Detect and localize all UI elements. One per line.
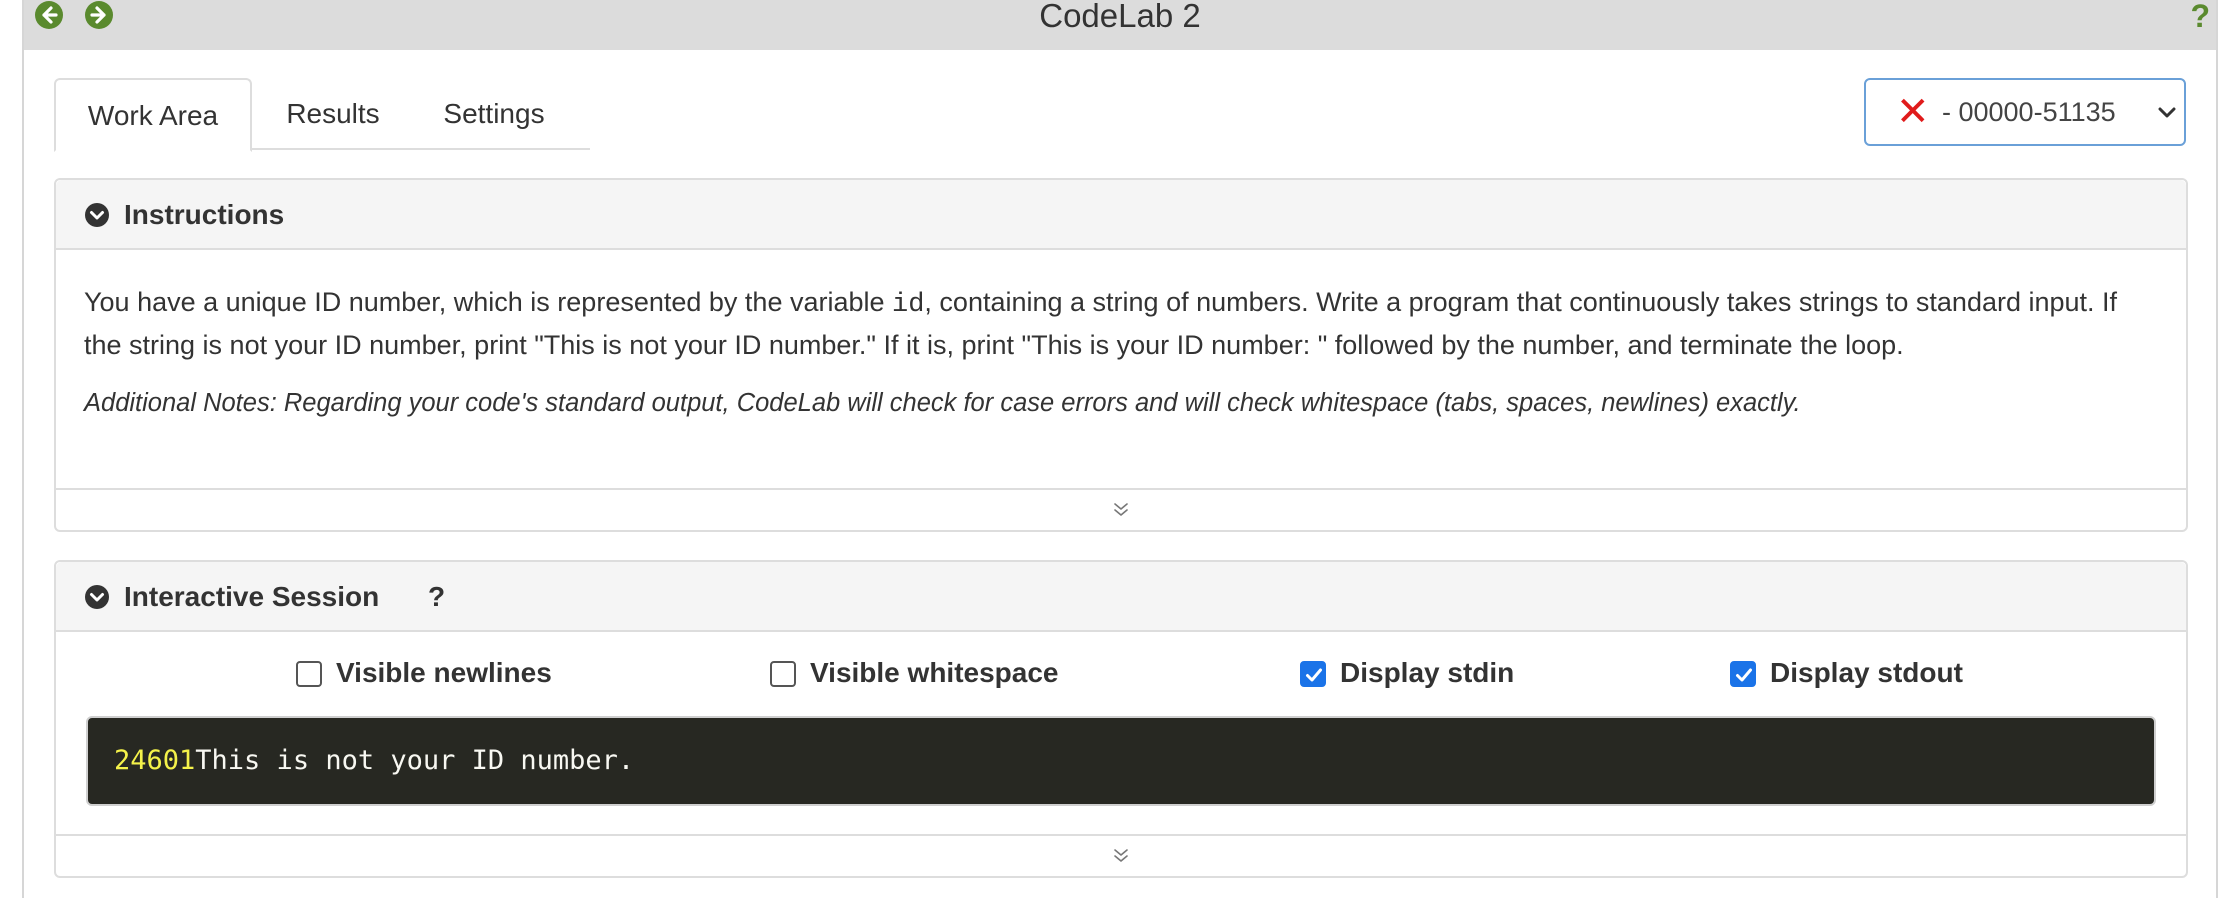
additional-notes: Additional Notes: Regarding your code's …: [84, 389, 1801, 417]
checkbox-checked-icon[interactable]: [1300, 661, 1326, 687]
instructions-expand-toggle[interactable]: [56, 488, 2186, 530]
tab-results[interactable]: Results: [252, 78, 414, 150]
session-heading: Interactive Session: [124, 581, 380, 612]
instructions-text-part: You have a unique ID number, which is re…: [84, 287, 893, 317]
double-chevron-down-icon: [1114, 849, 1128, 862]
double-chevron-down-icon: [1114, 503, 1128, 516]
instructions-body: You have a unique ID number, which is re…: [84, 282, 2154, 423]
checkbox-checked-icon[interactable]: [1730, 661, 1756, 687]
variable-code: id: [892, 290, 925, 320]
tab-bar: Work Area Results Settings: [54, 78, 590, 152]
instructions-header[interactable]: Instructions: [56, 180, 2186, 250]
instructions-text: You have a unique ID number, which is re…: [84, 282, 2154, 365]
x-mark-icon: ✕: [1896, 90, 1930, 134]
checkbox-unchecked-icon[interactable]: [296, 661, 322, 687]
stdin-text: 24601: [114, 745, 196, 776]
chevron-circle-down-icon: [85, 203, 109, 227]
stdout-text: This is not your ID number.: [195, 745, 635, 776]
display-stdout-label: Display stdout: [1770, 657, 1963, 688]
chevron-down-icon: [2158, 107, 2176, 118]
chevron-circle-down-icon: [85, 585, 109, 609]
visible-newlines-label: Visible newlines: [336, 657, 552, 688]
tab-work-area[interactable]: Work Area: [54, 78, 252, 152]
session-terminal[interactable]: 24601This is not your ID number.: [86, 716, 2156, 806]
session-header[interactable]: Interactive Session ?: [56, 562, 2186, 632]
codelab-window: CodeLab 2 ? Work Area Results Settings ✕…: [22, 0, 2218, 898]
visible-whitespace-label: Visible whitespace: [810, 657, 1059, 688]
session-expand-toggle[interactable]: [56, 834, 2186, 876]
instructions-panel: Instructions You have a unique ID number…: [54, 178, 2188, 532]
interactive-session-panel: Interactive Session ? Visible newlines V…: [54, 560, 2188, 878]
instructions-heading: Instructions: [124, 199, 285, 230]
submission-select[interactable]: ✕ - 00000-51135: [1864, 78, 2186, 146]
window-title: CodeLab 2: [1039, 0, 1201, 34]
display-stdin-label: Display stdin: [1340, 657, 1515, 688]
help-button[interactable]: ?: [2190, 0, 2210, 32]
checkbox-unchecked-icon[interactable]: [770, 661, 796, 687]
session-help-button[interactable]: ?: [428, 562, 445, 632]
tab-settings[interactable]: Settings: [414, 78, 574, 150]
submission-select-value: - 00000-51135: [1942, 97, 2116, 127]
title-bar: CodeLab 2 ?: [24, 0, 2216, 50]
